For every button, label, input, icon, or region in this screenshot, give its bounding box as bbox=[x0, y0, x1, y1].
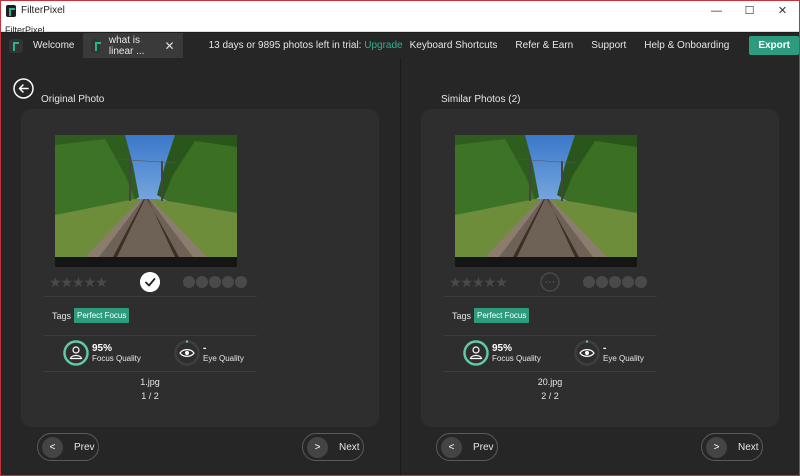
app-logo-icon bbox=[90, 38, 101, 53]
photo-thumbnail[interactable] bbox=[455, 135, 637, 267]
color-label-dot[interactable] bbox=[609, 276, 621, 288]
prev-label: Prev bbox=[473, 441, 494, 453]
tag-badge[interactable]: Perfect Focus bbox=[74, 308, 130, 323]
tab-welcome[interactable]: Welcome bbox=[1, 33, 83, 58]
eye-quality: - Eye Quality bbox=[574, 340, 644, 366]
close-window-button[interactable]: ✕ bbox=[766, 1, 799, 20]
pending-status-icon[interactable] bbox=[540, 272, 560, 292]
color-label-dot[interactable] bbox=[583, 276, 595, 288]
star-rating[interactable]: ★★★★★ bbox=[449, 274, 508, 291]
menu-bar: FilterPixel bbox=[1, 20, 799, 35]
chevron-left-icon: < bbox=[441, 436, 462, 458]
divider bbox=[43, 335, 257, 336]
focus-person-icon bbox=[63, 340, 89, 366]
prev-label: Prev bbox=[74, 441, 95, 453]
app-logo-icon bbox=[6, 4, 16, 17]
tab-project[interactable]: what is linear ... ✕ bbox=[82, 33, 183, 58]
next-button[interactable]: > Next bbox=[701, 433, 763, 461]
next-label: Next bbox=[738, 441, 759, 453]
color-labels bbox=[583, 276, 647, 288]
chevron-left-icon: < bbox=[42, 436, 63, 458]
prev-button[interactable]: < Prev bbox=[436, 433, 498, 461]
accepted-check-icon[interactable] bbox=[140, 272, 160, 292]
divider bbox=[43, 371, 257, 372]
color-label-dot[interactable] bbox=[635, 276, 647, 288]
photo-card: ★★★★★ Tags Perfect Focus 95% Focus Quali… bbox=[21, 109, 379, 427]
tab-label: what is linear ... bbox=[108, 34, 145, 57]
pane-title: Similar Photos (2) bbox=[441, 94, 521, 105]
back-arrow-icon[interactable] bbox=[13, 78, 34, 99]
focus-quality: 95% Focus Quality bbox=[463, 340, 541, 366]
trial-text: 13 days or 9895 photos left in trial: bbox=[208, 40, 362, 51]
eye-value: - bbox=[203, 342, 207, 354]
help-onboarding-link[interactable]: Help & Onboarding bbox=[644, 40, 729, 51]
color-label-dot[interactable] bbox=[209, 276, 221, 288]
upgrade-link[interactable]: Upgrade bbox=[364, 40, 402, 51]
color-label-dot[interactable] bbox=[235, 276, 247, 288]
chevron-right-icon: > bbox=[307, 436, 328, 458]
divider bbox=[443, 296, 657, 297]
file-index: 1 / 2 bbox=[141, 391, 159, 401]
window-title: FilterPixel bbox=[21, 5, 65, 16]
color-label-dot[interactable] bbox=[196, 276, 208, 288]
window-controls: — ☐ ✕ bbox=[700, 1, 799, 20]
focus-value: 95% bbox=[492, 342, 513, 354]
tags-label: Tags bbox=[452, 310, 472, 321]
trial-status: 13 days or 9895 photos left in trial: Up… bbox=[209, 40, 403, 51]
support-link[interactable]: Support bbox=[591, 40, 626, 51]
tab-strip: Welcome what is linear ... ✕ 13 days or … bbox=[1, 33, 799, 58]
divider bbox=[443, 335, 657, 336]
file-name: 1.jpg bbox=[140, 377, 160, 387]
original-photo-pane: Original Photo ★★★★★ Tags Perfect Focus … bbox=[1, 58, 400, 475]
rating-row: ★★★★★ bbox=[447, 272, 657, 292]
tags-row: Tags Perfect Focus bbox=[52, 308, 130, 323]
color-labels bbox=[183, 276, 247, 288]
color-label-dot[interactable] bbox=[622, 276, 634, 288]
photo-card: ★★★★★ Tags Perfect Focus 95% Focus Quali… bbox=[421, 109, 779, 427]
color-label-dot[interactable] bbox=[183, 276, 195, 288]
next-button[interactable]: > Next bbox=[302, 433, 364, 461]
divider bbox=[443, 371, 657, 372]
eye-value: - bbox=[603, 342, 607, 354]
focus-label: Focus Quality bbox=[92, 353, 141, 363]
file-name: 20.jpg bbox=[537, 377, 563, 387]
prev-button[interactable]: < Prev bbox=[37, 433, 99, 461]
tab-label: Welcome bbox=[33, 40, 75, 51]
eye-icon bbox=[574, 340, 600, 366]
star-rating[interactable]: ★★★★★ bbox=[49, 274, 108, 291]
export-button[interactable]: Export bbox=[749, 36, 799, 55]
keyboard-shortcuts-link[interactable]: Keyboard Shortcuts bbox=[410, 40, 498, 51]
photo-thumbnail[interactable] bbox=[55, 135, 237, 267]
divider bbox=[43, 296, 257, 297]
eye-label: Eye Quality bbox=[603, 353, 644, 363]
close-tab-icon[interactable]: ✕ bbox=[165, 39, 175, 53]
chevron-right-icon: > bbox=[706, 436, 727, 458]
tags-label: Tags bbox=[52, 310, 72, 321]
minimize-button[interactable]: — bbox=[700, 1, 733, 20]
next-label: Next bbox=[339, 441, 360, 453]
file-index: 2 / 2 bbox=[541, 391, 559, 401]
focus-label: Focus Quality bbox=[492, 353, 541, 363]
similar-photos-pane: Similar Photos (2) ★★★★★ Tags Perfect Fo… bbox=[401, 58, 799, 475]
eye-quality: - Eye Quality bbox=[174, 340, 244, 366]
app-logo-icon bbox=[9, 38, 23, 53]
eye-icon bbox=[174, 340, 200, 366]
rating-row: ★★★★★ bbox=[47, 272, 257, 292]
focus-value: 95% bbox=[92, 342, 113, 354]
focus-quality: 95% Focus Quality bbox=[63, 340, 141, 366]
focus-person-icon bbox=[463, 340, 489, 366]
tags-row: Tags Perfect Focus bbox=[452, 308, 530, 323]
app-window: FilterPixel — ☐ ✕ FilterPixel Welcome wh… bbox=[0, 0, 800, 476]
color-label-dot[interactable] bbox=[596, 276, 608, 288]
tag-badge[interactable]: Perfect Focus bbox=[474, 308, 530, 323]
maximize-button[interactable]: ☐ bbox=[733, 1, 766, 20]
refer-earn-link[interactable]: Refer & Earn bbox=[515, 40, 573, 51]
pane-title: Original Photo bbox=[41, 94, 105, 105]
title-bar: FilterPixel — ☐ ✕ bbox=[1, 1, 799, 20]
color-label-dot[interactable] bbox=[222, 276, 234, 288]
eye-label: Eye Quality bbox=[203, 353, 244, 363]
